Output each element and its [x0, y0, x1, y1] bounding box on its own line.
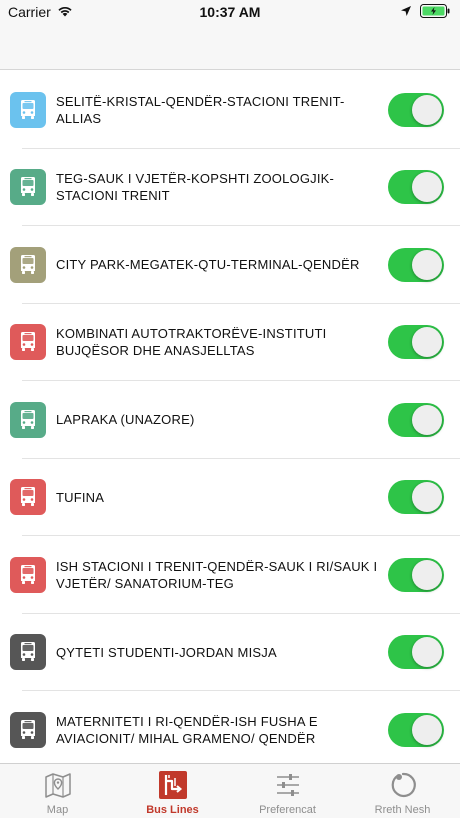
status-bar: Carrier 10:37 AM: [0, 0, 460, 24]
bus-line-name: QYTETI STUDENTI-JORDAN MISJA: [56, 644, 277, 660]
bus-line-name: TUFINA: [56, 489, 105, 505]
bus-line-row[interactable]: TUFINA: [0, 459, 460, 537]
sliders-icon: [273, 770, 303, 800]
bus-icon: [10, 246, 46, 283]
toggle-knob: [412, 637, 442, 668]
bus-icon: [10, 556, 46, 593]
tab-bus-lines-label: Bus Lines: [146, 804, 199, 816]
toggle-knob: [412, 482, 442, 513]
bus-line-toggle[interactable]: [388, 92, 444, 127]
bus-line-toggle[interactable]: [388, 635, 444, 670]
bus-icon: [10, 324, 46, 361]
bus-line-name: TEG-SAUK I VJETËR-KOPSHTI ZOOLOGJIK-STAC…: [56, 171, 335, 204]
tab-rreth-nesh-label: Rreth Nesh: [374, 804, 431, 816]
bus-line-toggle[interactable]: [388, 325, 444, 360]
bus-icon: [10, 169, 46, 206]
toggle-knob: [412, 94, 442, 125]
bus-line-row[interactable]: TEG-SAUK I VJETËR-KOPSHTI ZOOLOGJIK-STAC…: [0, 149, 460, 227]
bus-line-name: ISH STACIONI I TRENIT-QENDËR-SAUK I RI/S…: [56, 558, 378, 591]
tab-bus-lines[interactable]: Bus Lines: [115, 764, 230, 818]
bus-line-row[interactable]: SELITË-KRISTAL-QENDËR-STACIONI TRENIT-AL…: [0, 71, 460, 149]
status-time: 10:37 AM: [199, 4, 261, 20]
bus-line-row[interactable]: LAPRAKA (UNAZORE): [0, 381, 460, 459]
bus-lines-icon: [158, 770, 188, 800]
bus-line-row[interactable]: ISH STACIONI I TRENIT-QENDËR-SAUK I RI/S…: [0, 536, 460, 614]
bus-icon: [10, 401, 46, 438]
tab-rreth-nesh[interactable]: Rreth Nesh: [345, 764, 460, 818]
bus-line-toggle[interactable]: [388, 480, 444, 515]
bus-line-row[interactable]: CITY PARK-MEGATEK-QTU-TERMINAL-QENDËR: [0, 226, 460, 304]
bus-line-row[interactable]: QYTETI STUDENTI-JORDAN MISJA: [0, 614, 460, 692]
tab-preferencat[interactable]: Preferencat: [230, 764, 345, 818]
toggle-knob: [412, 714, 442, 745]
bus-line-toggle[interactable]: [388, 557, 444, 592]
toggle-knob: [412, 172, 442, 203]
bus-lines-list[interactable]: SELITË-KRISTAL-QENDËR-STACIONI TRENIT-AL…: [0, 71, 460, 763]
tab-bar: Map Bus Lines Preferencat Rreth Nesh: [0, 763, 460, 818]
bus-line-name: LAPRAKA (UNAZORE): [56, 412, 195, 428]
bus-line-toggle[interactable]: [388, 247, 444, 282]
map-icon: [43, 770, 73, 800]
toggle-knob: [412, 327, 442, 358]
bus-line-toggle[interactable]: [388, 712, 444, 747]
bus-icon: [10, 479, 46, 516]
tab-map[interactable]: Map: [0, 764, 115, 818]
bus-line-name: MATERNITETI I RI-QENDËR-ISH FUSHA E AVIA…: [56, 713, 318, 746]
navigation-bar: [0, 24, 460, 70]
tab-preferencat-label: Preferencat: [259, 804, 316, 816]
bus-line-name: CITY PARK-MEGATEK-QTU-TERMINAL-QENDËR: [56, 257, 360, 273]
bus-icon: [10, 634, 46, 671]
bus-line-row[interactable]: MATERNITETI I RI-QENDËR-ISH FUSHA E AVIA…: [0, 691, 460, 763]
bus-line-name: KOMBINATI AUTOTRAKTORËVE-INSTITUTI BUJQË…: [56, 326, 327, 359]
bus-icon: [10, 91, 46, 128]
bus-line-toggle[interactable]: [388, 402, 444, 437]
bus-icon: [10, 711, 46, 748]
bus-line-toggle[interactable]: [388, 170, 444, 205]
tab-map-label: Map: [46, 804, 69, 816]
toggle-knob: [412, 404, 442, 435]
about-icon: [388, 770, 418, 800]
toggle-knob: [412, 249, 442, 280]
bus-line-row[interactable]: KOMBINATI AUTOTRAKTORËVE-INSTITUTI BUJQË…: [0, 304, 460, 382]
bus-line-name: SELITË-KRISTAL-QENDËR-STACIONI TRENIT-AL…: [56, 93, 345, 126]
toggle-knob: [412, 559, 442, 590]
